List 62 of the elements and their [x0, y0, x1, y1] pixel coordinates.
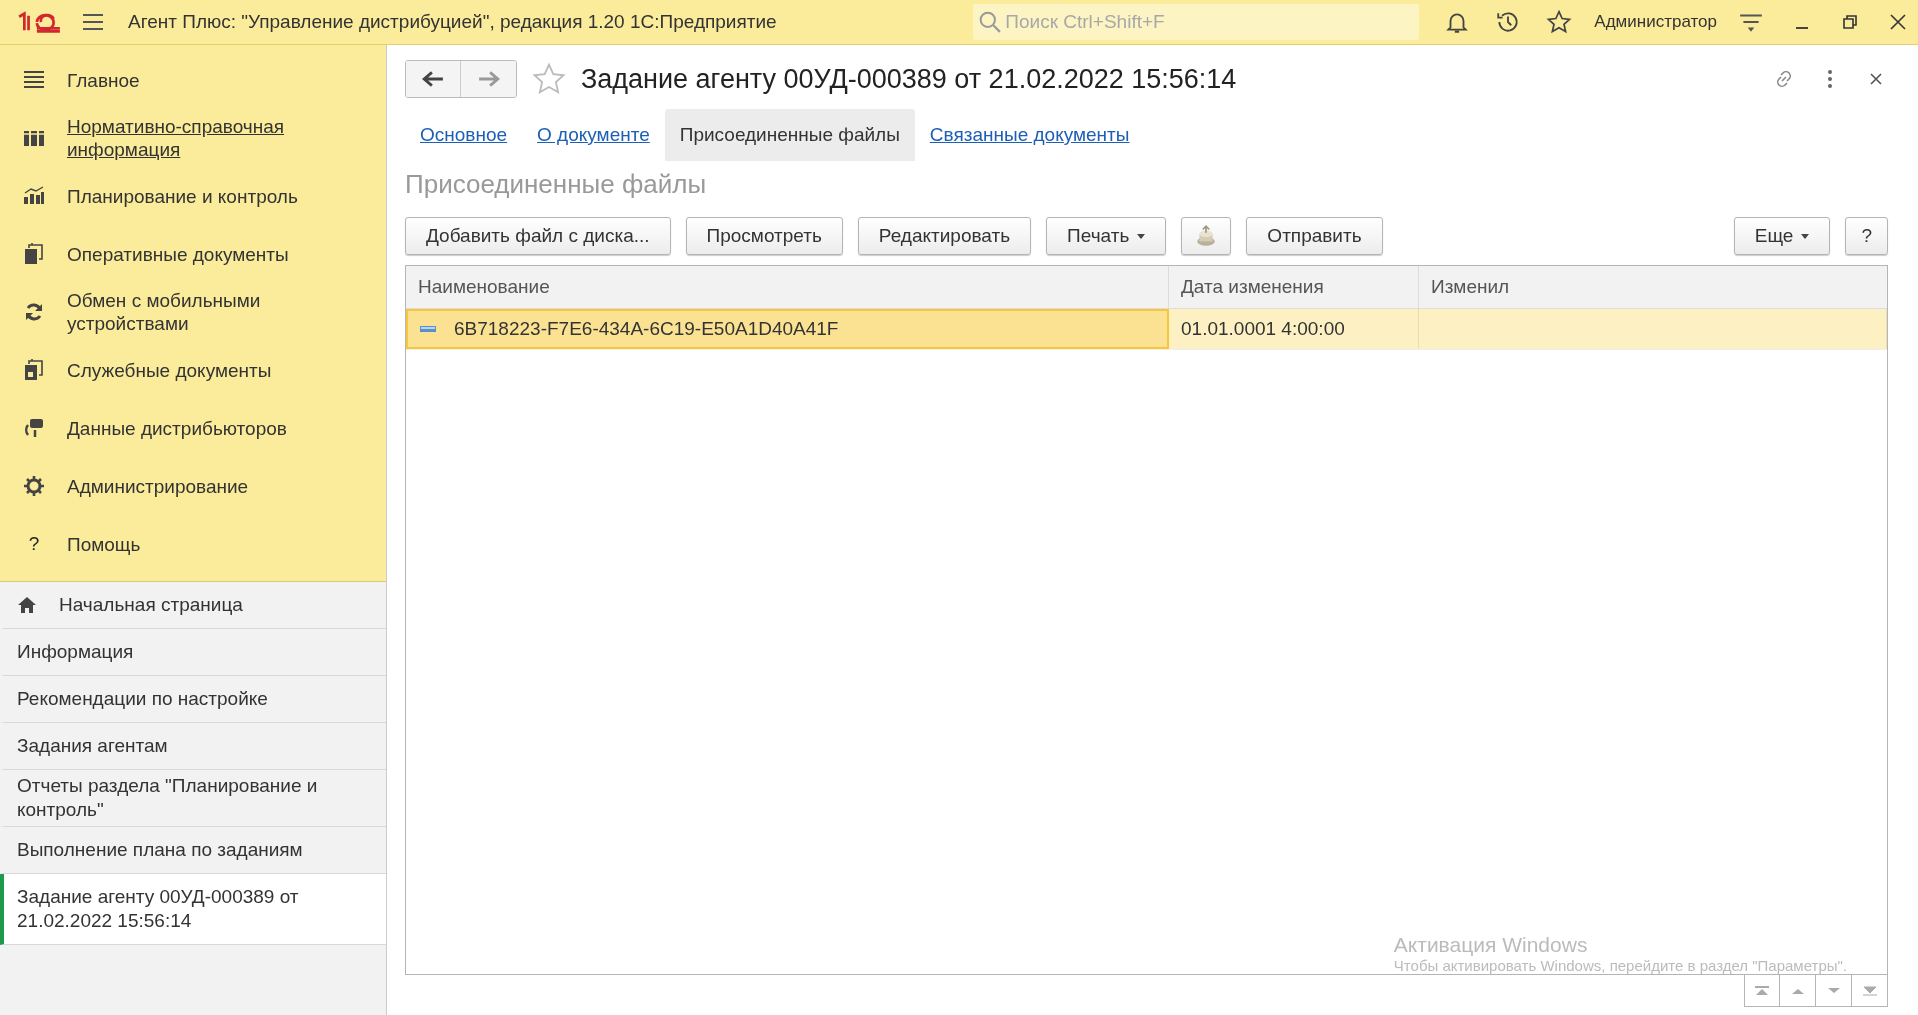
section-link[interactable]: Администрирование	[67, 474, 249, 498]
section-link[interactable]: Данные дистрибьюторов	[67, 416, 287, 440]
arrow-left-icon	[422, 71, 444, 87]
open-page-tab[interactable]: Начальная страница	[0, 582, 386, 629]
more-button[interactable]: Еще	[1733, 217, 1831, 255]
menu-icon[interactable]	[82, 13, 104, 31]
user-name[interactable]: Администратор	[1594, 12, 1717, 32]
open-page-tab[interactable]: Информация	[0, 629, 386, 676]
close-icon[interactable]	[1888, 12, 1908, 32]
search-field[interactable]: Поиск Ctrl+Shift+F	[973, 4, 1420, 40]
documents-icon	[23, 243, 45, 265]
documents-icon	[23, 359, 45, 381]
column-header[interactable]: Изменил	[1419, 266, 1887, 308]
section-link[interactable]: Нормативно-справочная информация	[67, 115, 327, 161]
open-page-tab[interactable]: Задание агенту 00УД-000389 от 21.02.2022 15:56:14	[0, 874, 386, 945]
window-title: Агент Плюс: "Управление дистрибуцией", редакция 1.20 1С:Предприятие	[128, 11, 777, 33]
list-icon	[23, 69, 45, 91]
tab[interactable]: Основное	[405, 109, 523, 161]
file-icon	[420, 325, 436, 333]
restore-icon[interactable]	[1840, 12, 1860, 32]
section-link[interactable]: Планирование и контроль	[67, 184, 298, 208]
toolbar-button[interactable]: Добавить файл с диска...	[405, 217, 671, 255]
table-cell: 6B718223-F7E6-434A-6C19-E50A1D40A41F	[454, 318, 839, 340]
logo-icon	[16, 10, 62, 34]
toolbar-button[interactable]: Просмотреть	[685, 217, 843, 255]
home-icon	[17, 596, 37, 614]
open-page-tab[interactable]: Задания агентам	[0, 723, 386, 770]
section-link[interactable]: Помощь	[67, 532, 141, 556]
dropdown-button[interactable]: Печать	[1046, 217, 1167, 255]
arrow-top-icon	[1754, 985, 1770, 996]
gear-icon	[23, 475, 45, 497]
section-link[interactable]: Главное	[67, 68, 140, 92]
database-icon	[23, 417, 45, 439]
column-header[interactable]: Наименование	[406, 266, 1169, 308]
tab[interactable]: Связанные документы	[914, 109, 1145, 161]
toolbar-button[interactable]: Редактировать	[857, 217, 1032, 255]
tab[interactable]: О документе	[522, 109, 665, 161]
search-icon	[979, 11, 1002, 33]
activation-notice-text: Чтобы активировать Windows, перейдите в раздел "Параметры".	[1393, 957, 1847, 974]
bar-chart-icon	[23, 185, 45, 207]
arrow-bottom-icon	[1861, 985, 1878, 996]
section-heading: Присоединенные файлы	[405, 169, 708, 201]
arrow-right-icon	[477, 71, 500, 87]
activation-notice-title: Активация Windows	[1393, 933, 1589, 957]
toolbar-button[interactable]: Отправить	[1246, 217, 1383, 255]
open-page-tab[interactable]: Рекомендации по настройке	[0, 676, 386, 723]
document-title: Задание агенту 00УД-000389 от 21.02.2022 15:56:14	[581, 63, 1237, 95]
help-button[interactable]: ?	[1845, 217, 1888, 255]
star-icon[interactable]	[1546, 9, 1573, 35]
refresh-icon	[23, 301, 45, 323]
tab[interactable]: Присоединенные файлы	[664, 109, 915, 161]
column-header[interactable]: Дата изменения	[1169, 266, 1419, 308]
back-button[interactable]	[406, 61, 461, 97]
open-page-tab[interactable]: Отчеты раздела "Планирование и контроль"	[0, 770, 386, 827]
section-link[interactable]: Оперативные документы	[67, 242, 289, 266]
section-link[interactable]: Обмен с мобильными устройствами	[67, 289, 327, 335]
section-link[interactable]: Служебные документы	[67, 358, 272, 382]
caret-icon	[1801, 233, 1810, 239]
help-glyph: ?	[27, 533, 41, 555]
table-row[interactable]: 6B718223-F7E6-434A-6C19-E50A1D40A41F 01.01.0001 4:00:00	[406, 309, 1887, 350]
caret-icon	[1137, 233, 1146, 239]
table-cell: 01.01.0001 4:00:00	[1181, 318, 1345, 340]
